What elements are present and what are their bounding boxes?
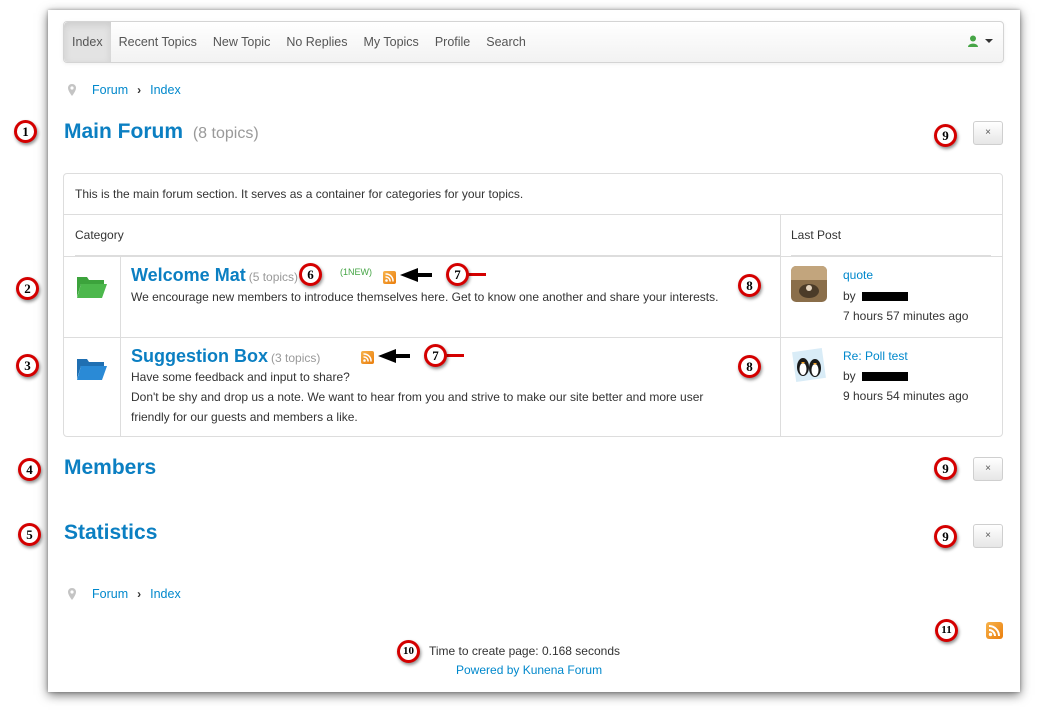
last-post-by-label: by	[843, 289, 856, 303]
new-topics-badge[interactable]: (1NEW)	[340, 267, 372, 277]
top-navbar: Index Recent Topics New Topic No Replies…	[63, 21, 1004, 63]
annotation-marker-5: 5	[18, 523, 41, 546]
forum-page: Index Recent Topics New Topic No Replies…	[48, 10, 1020, 692]
collapse-statistics-button[interactable]: ×	[973, 524, 1003, 548]
nav-item-index[interactable]: Index	[64, 22, 111, 62]
nav-item-new-topic[interactable]: New Topic	[205, 22, 278, 62]
rss-icon[interactable]	[383, 271, 396, 284]
last-post-by-label: by	[843, 369, 856, 383]
folder-open-icon	[77, 359, 107, 380]
category-topic-count: (3 topics)	[271, 351, 321, 365]
annotation-arrow	[400, 268, 432, 282]
annotation-marker-6: 6	[299, 263, 322, 286]
annotation-marker-7: 7	[424, 344, 447, 367]
breadcrumb: Forum › Index	[68, 587, 181, 601]
annotation-marker-3: 3	[16, 354, 39, 377]
user-menu-toggle[interactable]	[967, 35, 993, 47]
user-icon	[968, 35, 978, 47]
row-divider	[64, 337, 1002, 338]
last-post-link[interactable]: quote	[843, 268, 873, 282]
powered-by-link[interactable]: Powered by Kunena Forum	[456, 663, 602, 677]
breadcrumb-separator: ›	[137, 83, 142, 97]
main-forum-title[interactable]: Main Forum	[64, 120, 183, 143]
statistics-heading[interactable]: Statistics	[64, 521, 157, 545]
annotation-arrow	[378, 349, 410, 363]
category-title-welcome-mat[interactable]: Welcome Mat (5 topics)	[131, 265, 298, 286]
nav-item-search[interactable]: Search	[478, 22, 534, 62]
redacted-username	[861, 292, 908, 302]
main-forum-description: This is the main forum section. It serve…	[64, 174, 1002, 215]
main-forum-heading[interactable]: Main Forum (8 topics)	[64, 120, 259, 144]
folder-open-icon	[77, 277, 107, 298]
breadcrumb-index-link[interactable]: Index	[150, 587, 181, 601]
chevron-down-icon	[985, 39, 993, 43]
annotation-marker-9: 9	[934, 124, 957, 147]
annotation-marker-7: 7	[446, 263, 469, 286]
collapse-members-button[interactable]: ×	[973, 457, 1003, 481]
annotation-marker-11: 11	[935, 619, 958, 642]
last-post-author: by	[843, 289, 908, 303]
category-description: Have some feedback and input to share?	[131, 370, 350, 384]
main-forum-table: This is the main forum section. It serve…	[63, 173, 1003, 437]
category-topic-count: (5 topics)	[248, 270, 299, 284]
nav-item-my-topics[interactable]: My Topics	[355, 22, 426, 62]
category-link-welcome-mat[interactable]: Welcome Mat	[131, 265, 246, 285]
nav-item-no-replies[interactable]: No Replies	[278, 22, 355, 62]
main-forum-topic-count: (8 topics)	[192, 125, 259, 142]
annotation-marker-8: 8	[738, 274, 761, 297]
members-heading[interactable]: Members	[64, 456, 156, 480]
avatar[interactable]	[791, 266, 827, 302]
category-description: We encourage new members to introduce th…	[131, 290, 719, 304]
avatar[interactable]	[791, 347, 827, 383]
annotation-marker-8: 8	[738, 355, 761, 378]
last-post-author: by	[843, 369, 908, 383]
last-post-column-header: Last Post	[791, 215, 991, 256]
location-pin-icon	[68, 84, 76, 96]
category-link-suggestion-box[interactable]: Suggestion Box	[131, 346, 268, 366]
collapse-main-forum-button[interactable]: ×	[973, 121, 1003, 145]
rss-icon[interactable]	[986, 622, 1003, 639]
category-title-suggestion-box[interactable]: Suggestion Box (3 topics)	[131, 346, 320, 367]
icon-column-divider	[120, 256, 121, 436]
annotation-marker-9: 9	[934, 457, 957, 480]
category-description: Don't be shy and drop us a note. We want…	[131, 390, 704, 404]
redacted-username	[861, 372, 908, 382]
header-divider	[64, 256, 1002, 257]
last-post-time: 9 hours 54 minutes ago	[843, 389, 969, 403]
annotation-line	[466, 273, 486, 276]
last-post-time: 7 hours 57 minutes ago	[843, 309, 969, 323]
breadcrumb-forum-link[interactable]: Forum	[92, 83, 128, 97]
nav-menu: Index Recent Topics New Topic No Replies…	[64, 22, 534, 62]
breadcrumb: Forum › Index	[68, 83, 181, 97]
annotation-line	[444, 354, 464, 357]
page-generation-time: Time to create page: 0.168 seconds	[429, 644, 621, 658]
category-column-header: Category	[75, 215, 780, 256]
breadcrumb-separator: ›	[137, 587, 142, 601]
nav-item-profile[interactable]: Profile	[427, 22, 478, 62]
breadcrumb-index-link[interactable]: Index	[150, 83, 181, 97]
annotation-marker-4: 4	[18, 458, 41, 481]
annotation-marker-10: 10	[397, 640, 420, 663]
last-post-link[interactable]: Re: Poll test	[843, 349, 908, 363]
category-description: friendly for our guests and members a li…	[131, 410, 358, 424]
annotation-marker-2: 2	[16, 277, 39, 300]
breadcrumb-forum-link[interactable]: Forum	[92, 587, 128, 601]
last-post-divider	[780, 215, 781, 436]
annotation-marker-1: 1	[14, 120, 37, 143]
location-pin-icon	[68, 588, 76, 600]
nav-item-recent-topics[interactable]: Recent Topics	[111, 22, 205, 62]
rss-icon[interactable]	[361, 351, 374, 364]
annotation-marker-9: 9	[934, 525, 957, 548]
